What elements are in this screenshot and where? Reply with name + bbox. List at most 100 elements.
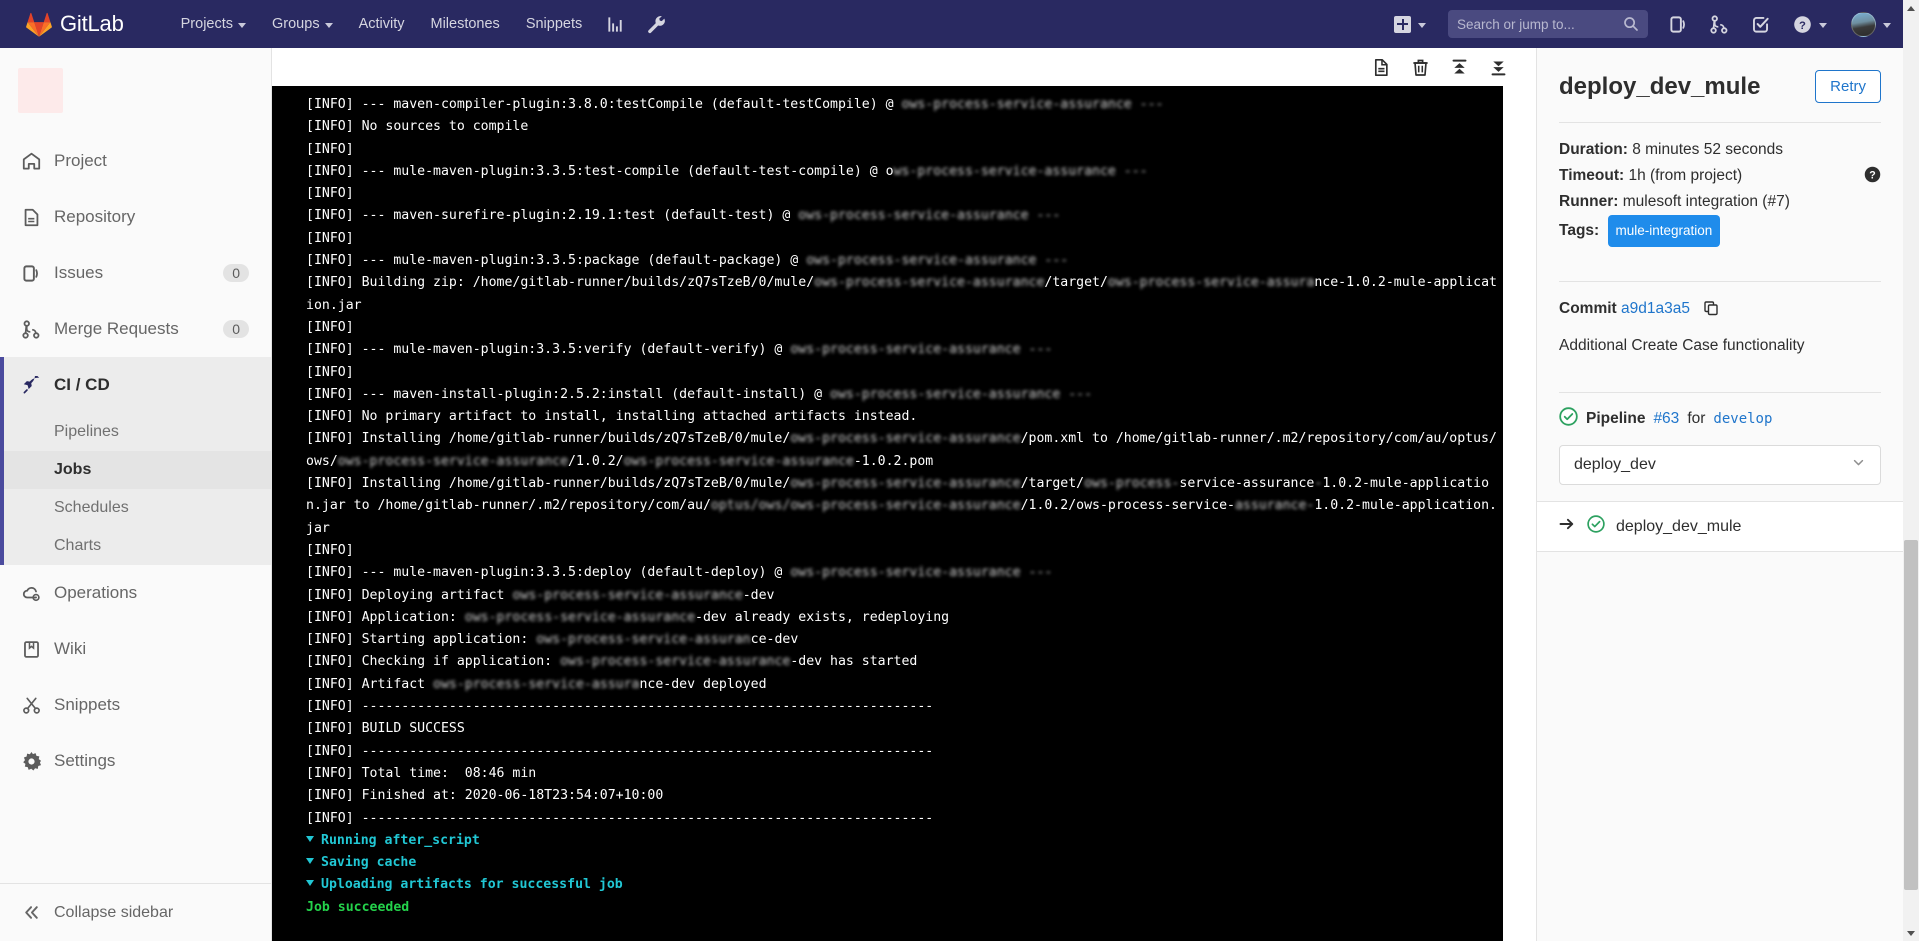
sidebar-item-snippets[interactable]: Snippets [0,677,271,733]
log-line: [INFO] Building zip: /home/gitlab-runner… [306,272,1503,317]
new-item-menu[interactable] [1382,16,1438,33]
job-tags-label: Tags: [1559,222,1599,239]
sidebar-item-repository[interactable]: Repository [0,189,271,245]
sidebar-item-jobs[interactable]: Jobs [0,451,271,489]
nav-link-activity[interactable]: Activity [346,0,418,48]
list-item[interactable]: deploy_dev_mule [1537,502,1903,551]
sidebar-item-schedules-label: Schedules [54,499,129,517]
scrollbar-down-arrow-icon[interactable] [1903,925,1919,941]
nav-admin-link[interactable] [636,0,677,48]
log-line: [INFO] --- mule-maven-plugin:3.3.5:test-… [306,161,1503,183]
commit-sha-link[interactable]: a9d1a3a5 [1621,300,1690,317]
retry-button[interactable]: Retry [1815,70,1881,103]
user-menu[interactable] [1839,12,1903,37]
nav-link-groups[interactable]: Groups [259,0,346,48]
page-scrollbar[interactable] [1903,0,1919,941]
pipeline-number-link[interactable]: #63 [1653,410,1679,428]
merge-requests-icon [20,320,42,339]
log-line: [INFO] Deploying artifact ows-process-se… [306,585,1503,607]
log-line: [INFO] --- maven-surefire-plugin:2.19.1:… [306,205,1503,227]
nav-todos-link[interactable] [1740,0,1781,48]
log-job-status: Job succeeded [306,897,1503,919]
sidebar-item-charts[interactable]: Charts [0,527,271,565]
job-tags-row: Tags: mule-integration [1559,215,1881,247]
sidebar-item-snippets-label: Snippets [54,695,271,715]
job-log-toolbar [272,48,1536,86]
job-runner-value: mulesoft integration (#7) [1623,193,1790,210]
double-chevron-left-icon [20,904,42,921]
nav-link-groups-label: Groups [272,16,320,32]
nav-link-milestones[interactable]: Milestones [418,0,513,48]
arrow-right-icon [1559,517,1576,536]
job-log-terminal[interactable]: [INFO] --- maven-compiler-plugin:3.8.0:t… [272,86,1503,941]
job-timeout-label: Timeout: [1559,167,1624,184]
log-section-header: Uploading artifacts for successful job [306,874,1503,896]
chevron-down-icon[interactable] [306,880,314,886]
nav-link-projects-label: Projects [181,16,233,32]
job-timeout-value: 1h (from project) [1628,167,1742,184]
collapse-sidebar-button[interactable]: Collapse sidebar [0,883,271,941]
cloud-gear-icon [20,584,42,603]
nav-link-snippets[interactable]: Snippets [513,0,595,48]
chevron-down-icon [1883,23,1891,28]
analytics-chart-icon [606,15,625,34]
scrollbar-thumb[interactable] [1904,540,1918,890]
scrollbar-up-arrow-icon[interactable] [1903,0,1919,16]
chevron-down-icon[interactable] [306,858,314,864]
chevron-down-icon [1851,455,1866,475]
search-input[interactable]: Search or jump to... [1448,10,1648,38]
stage-dropdown[interactable]: deploy_dev [1559,445,1881,485]
log-line: [INFO] No primary artifact to install, i… [306,406,1503,428]
help-icon: ? [1793,15,1812,34]
sidebar-group-cicd: CI / CD Pipelines Jobs Schedules Charts [0,357,271,565]
nav-issues-link[interactable] [1658,0,1699,48]
job-runner-row: Runner: mulesoft integration (#7) [1559,189,1881,215]
job-title: deploy_dev_mule [1559,70,1760,104]
log-section-label: Saving cache [321,855,416,870]
sidebar-item-merge-requests[interactable]: Merge Requests 0 [0,301,271,357]
sidebar-item-issues[interactable]: Issues 0 [0,245,271,301]
sidebar-item-merge-requests-label: Merge Requests [54,319,223,339]
merge-requests-icon [1710,15,1729,34]
sidebar-item-project[interactable]: Project [0,133,271,189]
sidebar-item-project-label: Project [54,151,271,171]
issues-icon [1669,15,1688,34]
collapse-sidebar-label: Collapse sidebar [54,904,173,922]
sidebar-item-jobs-label: Jobs [54,461,91,479]
sidebar-item-wiki[interactable]: Wiki [0,621,271,677]
scissors-icon [20,696,42,715]
project-avatar[interactable] [18,68,63,113]
scroll-to-bottom-icon[interactable] [1482,52,1514,82]
copy-icon[interactable] [1703,299,1719,325]
job-duration-label: Duration: [1559,141,1628,158]
sidebar-nav: Project Repository Issues 0 Merge Reques… [0,133,271,883]
nav-link-projects[interactable]: Projects [168,0,259,48]
sidebar-item-issues-label: Issues [54,263,223,283]
sidebar-item-charts-label: Charts [54,537,101,555]
plus-new-icon [1394,16,1411,33]
sidebar-item-operations[interactable]: Operations [0,565,271,621]
commit-section: Commit a9d1a3a5 Additional Create Case f… [1537,282,1903,374]
sidebar-item-ci-cd[interactable]: CI / CD [0,357,271,413]
status-badge[interactable]: mule-integration [1608,215,1721,247]
job-duration-row: Duration: 8 minutes 52 seconds [1559,137,1881,163]
nav-merge-requests-link[interactable] [1699,0,1740,48]
raw-log-icon[interactable] [1365,52,1397,82]
nav-help-menu[interactable]: ? [1781,15,1839,34]
sidebar-item-schedules[interactable]: Schedules [0,489,271,527]
gitlab-brand-text: GitLab [60,11,124,37]
log-line: [INFO] ---------------------------------… [306,741,1503,763]
sidebar-item-pipelines[interactable]: Pipelines [0,413,271,451]
sidebar-item-settings[interactable]: Settings [0,733,271,789]
chevron-down-icon[interactable] [306,836,314,842]
nav-analytics-link[interactable] [595,0,636,48]
avatar [1851,12,1876,37]
log-line: [INFO] Application: ows-process-service-… [306,607,1503,629]
chevron-down-icon [1819,23,1827,28]
issues-icon [20,264,42,283]
pipeline-ref-link[interactable]: develop [1713,411,1772,427]
erase-log-icon[interactable] [1404,52,1436,82]
gitlab-logo-link[interactable]: GitLab [0,0,138,48]
job-duration-value: 8 minutes 52 seconds [1632,141,1783,158]
scroll-to-top-icon[interactable] [1443,52,1475,82]
